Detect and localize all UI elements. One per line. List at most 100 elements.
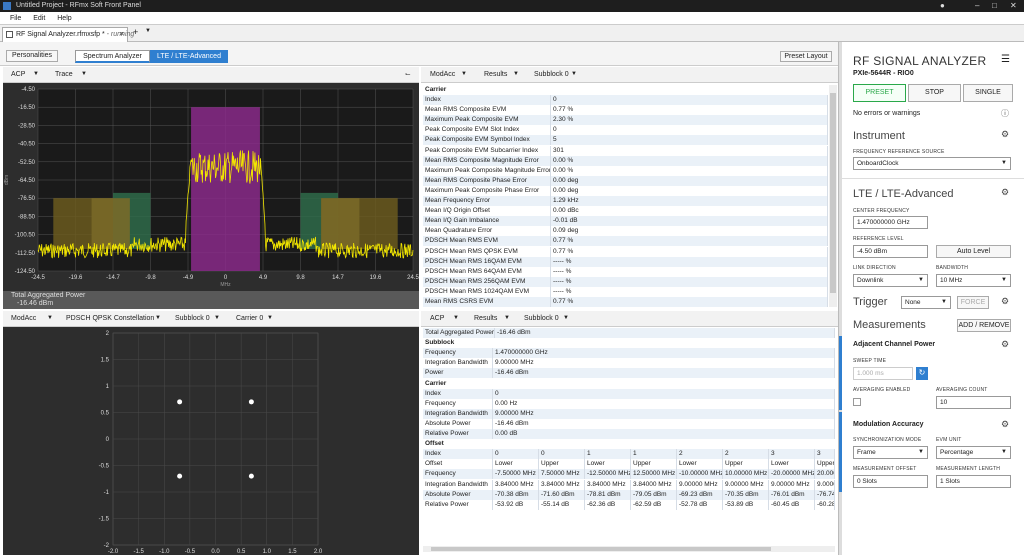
subblock-select[interactable]: Subblock 0 [534, 67, 569, 82]
ref-level-input[interactable]: -4.50 dBm [853, 245, 928, 258]
maximize-button[interactable]: □ [992, 0, 997, 12]
help-icon[interactable]: ⓘ [1001, 108, 1009, 119]
subblock-select[interactable]: Subblock 0 [524, 311, 559, 326]
trigger-select[interactable]: None ▼ [901, 296, 951, 309]
view-select[interactable]: Trace [55, 67, 73, 82]
chat-icon[interactable]: ● [940, 0, 945, 12]
acp-hscrollbar[interactable] [423, 546, 835, 552]
chevron-down-icon[interactable]: ▼ [214, 311, 220, 326]
document-tab-bar: RF Signal Analyzer.rfmxsfp * - running ×… [0, 25, 1024, 42]
view-select[interactable]: PDSCH QPSK Constellation [66, 311, 154, 326]
measurement-select[interactable]: ACP [11, 67, 25, 82]
cell-label: Integration Bandwidth [423, 408, 493, 419]
chevron-down-icon[interactable]: ▼ [453, 311, 459, 326]
cell-value: 0.00 dBc [551, 206, 828, 217]
document-tab[interactable]: RF Signal Analyzer.rfmxsfp * - running × [2, 27, 134, 42]
chevron-down-icon[interactable]: ▼ [47, 311, 53, 326]
modacc-panel-header: ModAcc ▼ Results ▼ Subblock 0 ▼ [421, 67, 838, 83]
auto-level-button[interactable]: Auto Level [936, 245, 1011, 258]
add-tab-button[interactable]: + [133, 27, 138, 37]
y-tick-label: 1 [106, 384, 110, 390]
tab-lte-advanced[interactable]: LTE / LTE-Advanced [150, 50, 228, 63]
table-row: Mean Quadrature Error 0.09 deg [423, 226, 828, 237]
table-row: Absolute Power -70.38 dBm -71.60 dBm -78.81… [423, 489, 835, 500]
table-row: Peak Composite EVM Symbol Index 5 [423, 135, 828, 146]
view-select[interactable]: Results [484, 67, 507, 82]
chevron-down-icon: ▼ [1001, 277, 1007, 283]
minimize-button[interactable]: – [975, 0, 979, 12]
sweep-time-input[interactable]: 1.000 ms [853, 367, 913, 380]
force-button[interactable]: FORCE [957, 296, 989, 309]
single-button[interactable]: SINGLE [963, 84, 1013, 102]
chevron-down-icon[interactable]: ▼ [513, 67, 519, 82]
tab-spectrum-analyzer[interactable]: Spectrum Analyzer [75, 50, 150, 63]
chevron-down-icon[interactable]: ▼ [571, 67, 577, 82]
spectrum-chart[interactable]: -4.50 -16.50 -28.50 -40.50 -52.50 -64.50 -76.5… [3, 83, 419, 291]
chevron-down-icon[interactable]: ▼ [267, 311, 273, 326]
preset-button[interactable]: PRESET [853, 84, 906, 102]
cell-value: 0.77 % [551, 236, 828, 247]
cell-value: -69.23 dBm [677, 489, 723, 500]
cell-value: 1 [631, 449, 677, 460]
link-direction-select[interactable]: Downlink ▼ [853, 274, 928, 287]
device-name: PXIe-5644R [853, 70, 892, 77]
constellation-chart[interactable]: 21.510.50-0.5-1-1.5-2-2.0 -1.5 -1.0 -0.5 0.0… [3, 327, 419, 555]
preset-layout-button[interactable]: Preset Layout [780, 51, 832, 62]
panel-title: RF SIGNAL ANALYZER [853, 54, 987, 68]
resource-name[interactable]: RIO0 [897, 70, 913, 77]
acp-heading: Adjacent Channel Power [853, 341, 936, 348]
chevron-down-icon[interactable]: ▼ [145, 28, 151, 34]
meas-offset-input[interactable]: 0 Slots [853, 475, 928, 488]
chevron-down-icon[interactable]: ▼ [155, 311, 161, 326]
carrier-select[interactable]: Carrier 0 [236, 311, 263, 326]
cell-label: Integration Bandwidth [423, 479, 493, 490]
personalities-button[interactable]: Personalities [6, 50, 58, 62]
gear-icon[interactable]: ⚙ [1001, 129, 1009, 140]
chevron-down-icon[interactable]: ▼ [504, 311, 510, 326]
gear-icon[interactable]: ⚙ [1001, 339, 1009, 350]
chevron-down-icon[interactable]: ▼ [461, 67, 467, 82]
gear-icon[interactable]: ⚙ [1001, 296, 1009, 307]
bandwidth-select[interactable]: 10 MHz ▼ [936, 274, 1011, 287]
table-row: Frequency -7.50000 MHz 7.50000 MHz -12.5000… [423, 469, 835, 480]
cell-label: PDSCH Mean RMS 1024QAM EVM [423, 286, 551, 297]
cell-label: Mean Quadrature Error [423, 226, 551, 237]
cell-label: Mean RMS CSRS EVM [423, 297, 551, 307]
measurement-select[interactable]: ModAcc [430, 67, 455, 82]
measurement-select[interactable]: ModAcc [11, 311, 36, 326]
acp-results-table: Total Aggregated Power -16.46 dBm Subblock… [423, 328, 835, 546]
view-select[interactable]: Results [474, 311, 497, 326]
measurement-select[interactable]: ACP [430, 311, 444, 326]
menu-icon[interactable]: ☰ [1001, 54, 1010, 65]
close-button[interactable]: ✕ [1010, 0, 1017, 12]
center-freq-input[interactable]: 1.470000000 GHz [853, 216, 928, 229]
chevron-down-icon[interactable]: ▼ [563, 311, 569, 326]
cell-value: 0.00 dB [493, 429, 835, 439]
avg-count-input[interactable]: 10 [936, 396, 1011, 409]
constellation-point [248, 399, 254, 405]
menu-edit[interactable]: Edit [33, 15, 45, 22]
modacc-scrollbar[interactable] [829, 85, 837, 307]
x-tick-label: 14.7 [332, 275, 344, 281]
gear-icon[interactable]: ⚙ [1001, 419, 1009, 430]
add-remove-button[interactable]: ADD / REMOVE [957, 319, 1011, 332]
chevron-down-icon[interactable]: ▼ [81, 67, 87, 82]
menu-help[interactable]: Help [57, 15, 71, 22]
cell-value: -78.81 dBm [585, 489, 631, 500]
subblock-select[interactable]: Subblock 0 [175, 311, 210, 326]
cell-value: 0 [551, 125, 828, 136]
menu-file[interactable]: File [10, 15, 21, 22]
close-tab-icon[interactable]: × [120, 28, 124, 42]
evm-unit-select[interactable]: Percentage ▼ [936, 446, 1011, 459]
chevron-down-icon[interactable]: ▼ [33, 67, 39, 82]
stop-button[interactable]: STOP [908, 84, 961, 102]
sweep-auto-button[interactable]: ↻ [916, 367, 928, 380]
sync-mode-select[interactable]: Frame ▼ [853, 446, 928, 459]
cell-label: Absolute Power [423, 489, 493, 500]
autoscale-icon[interactable]: ⌙ [405, 67, 411, 82]
x-tick-label: -9.8 [145, 275, 156, 281]
avg-enabled-checkbox[interactable] [853, 398, 861, 406]
meas-length-input[interactable]: 1 Slots [936, 475, 1011, 488]
freq-ref-select[interactable]: OnboardClock ▼ [853, 157, 1011, 170]
gear-icon[interactable]: ⚙ [1001, 187, 1009, 198]
